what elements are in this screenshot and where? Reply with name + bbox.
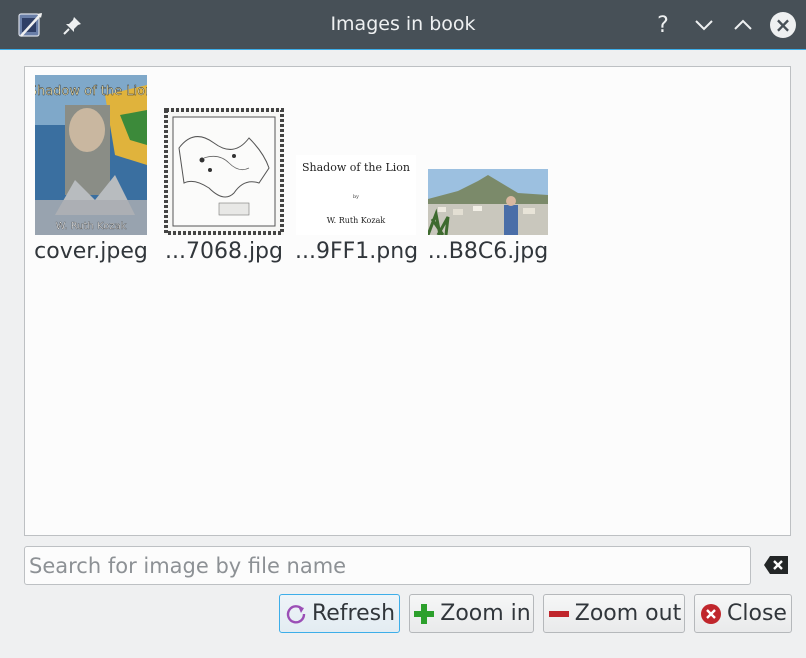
window-title: Images in book [330, 13, 476, 35]
refresh-button[interactable]: Refresh [279, 594, 400, 633]
clear-search-button[interactable] [760, 550, 792, 580]
close-icon: × [770, 12, 796, 38]
image-filename: ...9FF1.png [295, 239, 419, 264]
plus-icon [412, 602, 436, 626]
zoom-out-button[interactable]: Zoom out [543, 594, 685, 633]
clear-text-icon [764, 556, 788, 574]
help-button[interactable]: ? [648, 10, 678, 40]
zoom-out-label: Zoom out [574, 601, 682, 626]
refresh-icon [284, 602, 308, 626]
title-page-thumbnail: Shadow of the Lion by W. Ruth Kozak [296, 155, 416, 235]
gallery-item[interactable]: Shadow of the Lion W. Ruth Kozak cover.j… [30, 75, 152, 264]
image-filename: ...7068.jpg [164, 239, 283, 264]
minimize-button[interactable] [689, 10, 719, 40]
map-thumbnail [164, 108, 284, 235]
svg-text:Shadow of the Lion: Shadow of the Lion [302, 161, 410, 174]
window-close-button[interactable]: × [768, 10, 798, 40]
zoom-in-button[interactable]: Zoom in [409, 594, 534, 633]
zoom-in-label: Zoom in [440, 601, 531, 626]
title-bar: Images in book ? × [0, 0, 806, 50]
photo-thumbnail [428, 169, 548, 235]
close-label: Close [727, 601, 787, 626]
chevron-up-icon [734, 19, 752, 30]
search-input[interactable] [24, 546, 751, 585]
close-icon [699, 602, 723, 626]
image-filename: cover.jpeg [34, 239, 148, 264]
maximize-button[interactable] [728, 10, 758, 40]
svg-text:by: by [353, 194, 359, 200]
svg-text:Shadow of the Lion: Shadow of the Lion [35, 84, 147, 99]
cover-thumbnail: Shadow of the Lion W. Ruth Kozak [35, 75, 147, 235]
chevron-down-icon [695, 20, 713, 31]
refresh-label: Refresh [311, 601, 396, 626]
gallery-item[interactable]: ...B8C6.jpg [427, 75, 549, 264]
svg-text:W. Ruth Kozak: W. Ruth Kozak [327, 216, 386, 225]
svg-text:W. Ruth Kozak: W. Ruth Kozak [56, 221, 127, 232]
image-gallery[interactable]: Shadow of the Lion W. Ruth Kozak cover.j… [24, 66, 791, 536]
image-filename: ...B8C6.jpg [427, 239, 549, 264]
gallery-item[interactable]: Shadow of the Lion by W. Ruth Kozak ...9… [295, 75, 419, 264]
help-icon: ? [657, 12, 669, 38]
gallery-item[interactable]: ...7068.jpg [163, 75, 285, 264]
close-button[interactable]: Close [694, 594, 792, 633]
minus-icon [547, 602, 571, 626]
